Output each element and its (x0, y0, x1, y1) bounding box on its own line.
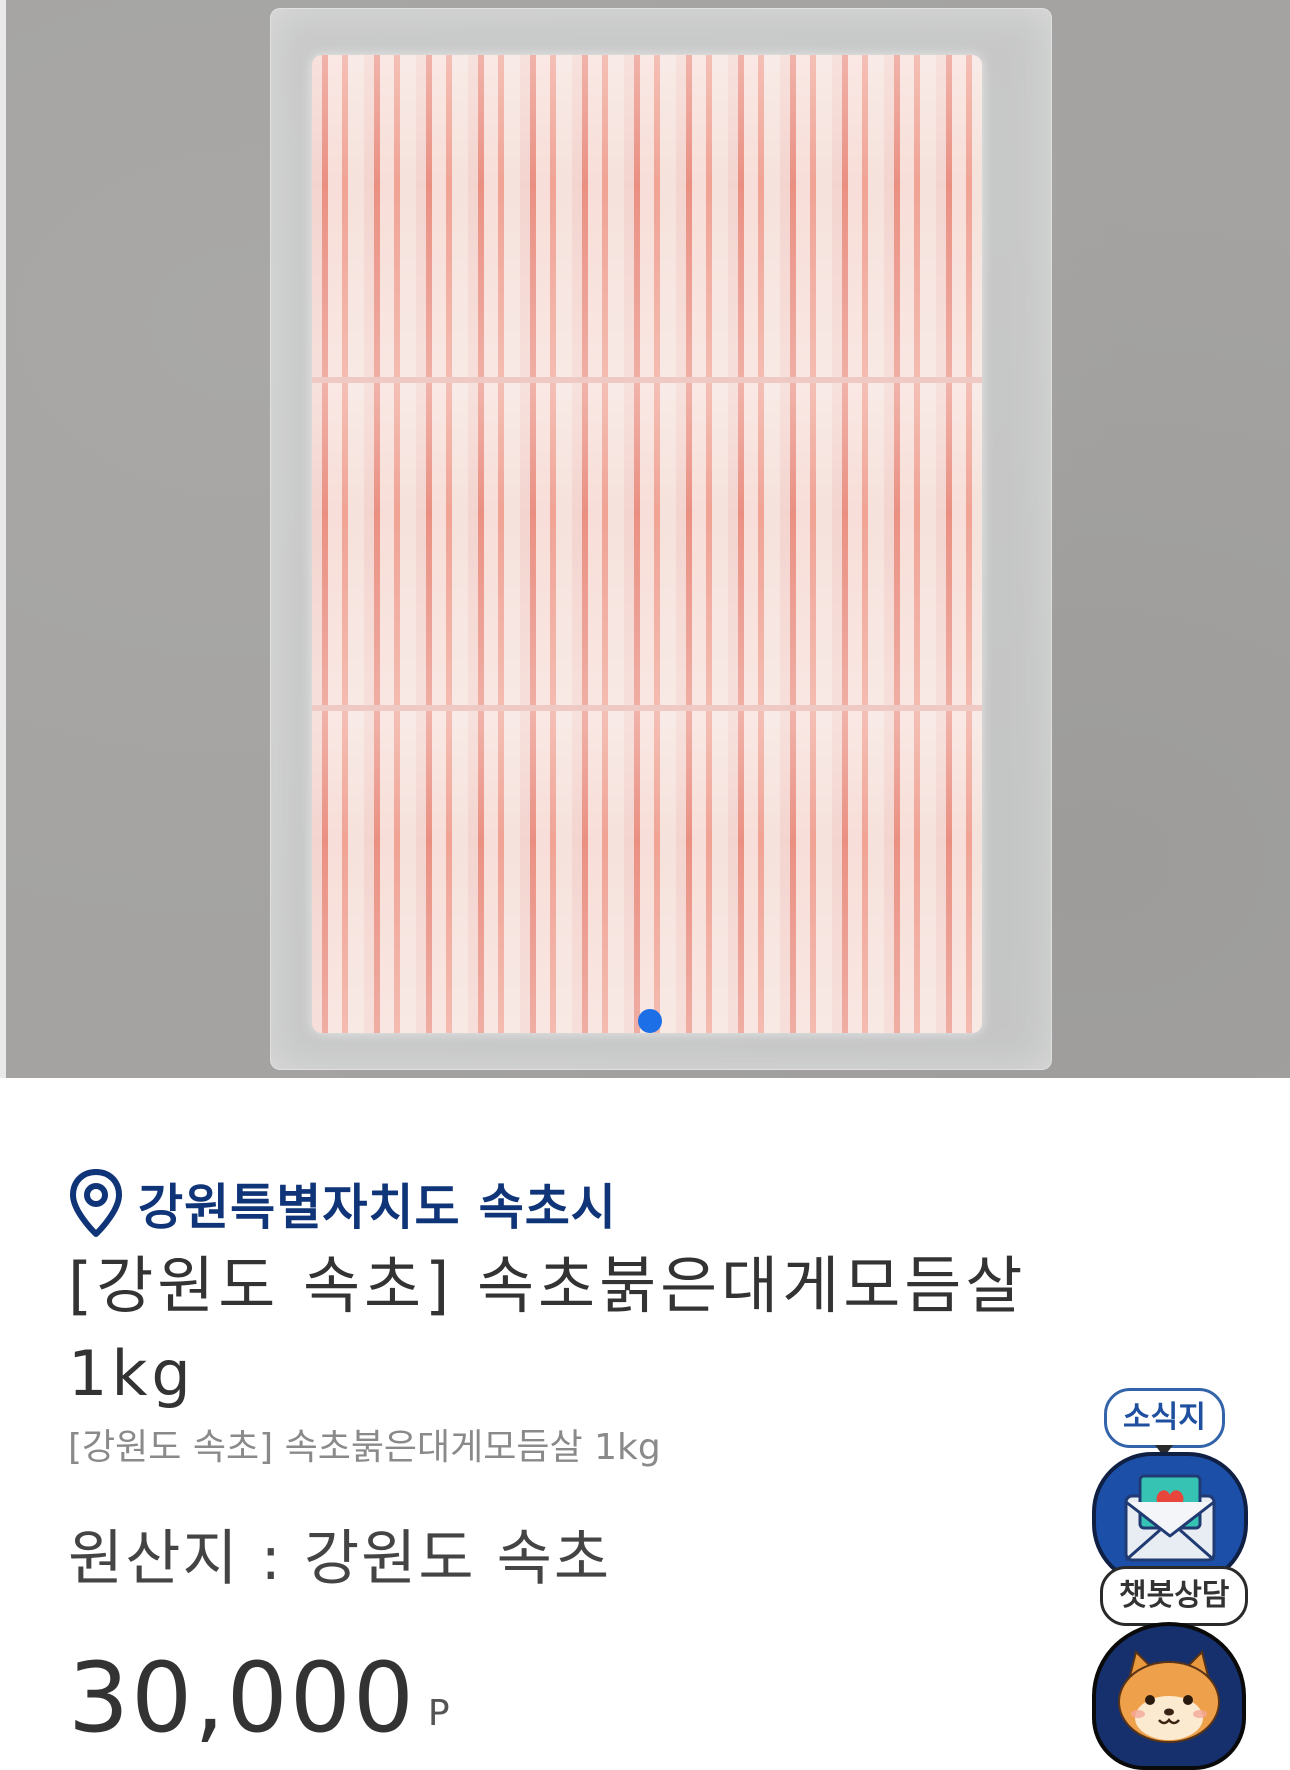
crab-row (312, 383, 982, 705)
price-unit: P (427, 1693, 450, 1734)
crab-row (312, 711, 982, 1033)
carousel-dot-active[interactable] (638, 1009, 662, 1033)
newsletter-button[interactable]: 소식지 (1090, 1388, 1248, 1586)
image-edge (0, 0, 6, 1078)
chatbot-button[interactable]: 챗봇상담 (1090, 1566, 1249, 1770)
crab-meat-block (312, 55, 982, 1033)
location-text: 강원특별자치도 속초시 (138, 1178, 617, 1236)
envelope-heart-icon (1124, 1474, 1216, 1562)
product-subtitle: [강원도 속초] 속초붉은대게모듬살 1kg (68, 1427, 661, 1468)
price-value: 30,000 (68, 1642, 416, 1754)
product-origin: 원산지 : 강원도 속초 (68, 1524, 612, 1594)
newsletter-label: 소식지 (1104, 1388, 1225, 1457)
product-image[interactable] (0, 0, 1290, 1078)
cat-mascot-icon (1118, 1650, 1220, 1743)
product-price: 30,000 P (68, 1638, 450, 1748)
product-title: [강원도 속초] 속초붉은대게모듬살 1kg (68, 1249, 1027, 1410)
chatbot-circle[interactable] (1092, 1622, 1246, 1770)
crab-row (312, 55, 982, 377)
chatbot-label: 챗봇상담 (1100, 1566, 1249, 1635)
seller-location: 강원특별자치도 속초시 (68, 1168, 617, 1238)
location-pin-icon (70, 1169, 122, 1237)
